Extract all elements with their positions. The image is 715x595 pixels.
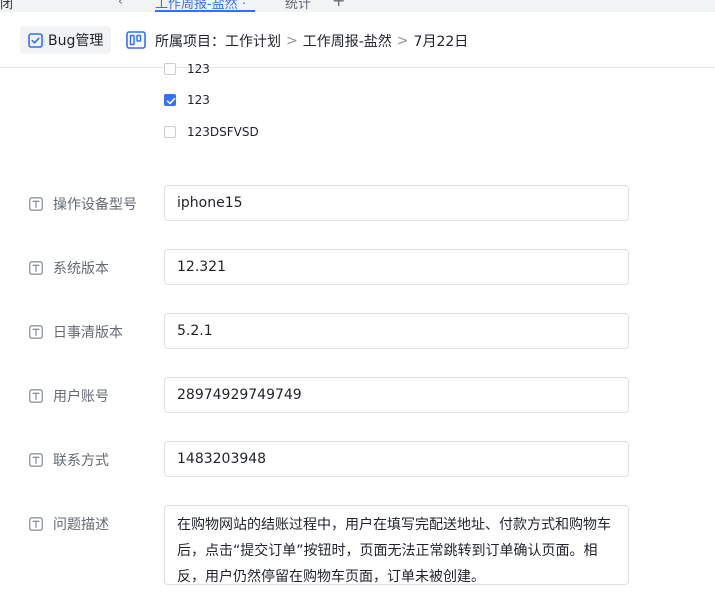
background-tab-stat[interactable]: 统计 xyxy=(285,0,311,12)
text-field-icon xyxy=(29,197,43,211)
chevron-left-icon[interactable]: ‹ xyxy=(118,0,123,8)
field-label-device-model: 操作设备型号 xyxy=(29,194,137,214)
checkbox-unchecked[interactable] xyxy=(164,126,176,138)
text-field-icon xyxy=(29,261,43,275)
app-version-input[interactable]: 5.2.1 xyxy=(164,313,629,349)
field-label-text: 联系方式 xyxy=(53,453,109,469)
text-field-icon xyxy=(29,517,43,531)
field-label-text: 用户账号 xyxy=(53,389,109,405)
os-version-input[interactable]: 12.321 xyxy=(164,249,629,285)
text-field-icon xyxy=(29,453,43,467)
text-field-icon xyxy=(29,325,43,339)
background-window-strip: 闭 ‹ 工作周报-盐然 · 统计 + xyxy=(0,0,715,12)
user-account-input[interactable]: 28974929749749 xyxy=(164,377,629,413)
field-label-contact: 联系方式 xyxy=(29,450,109,470)
field-label-app-version: 日事清版本 xyxy=(29,322,123,342)
field-label-text: 系统版本 xyxy=(53,261,109,277)
field-label-user-account: 用户账号 xyxy=(29,386,109,406)
field-label-text: 问题描述 xyxy=(53,517,109,533)
check-icon xyxy=(166,97,176,105)
contact-input[interactable]: 1483203948 xyxy=(164,441,629,477)
header-overlay xyxy=(0,12,715,68)
field-label-text: 操作设备型号 xyxy=(53,197,137,213)
field-label-text: 日事清版本 xyxy=(53,325,123,341)
checkbox-option[interactable]: 123 xyxy=(164,93,210,107)
checkbox-checked[interactable] xyxy=(164,94,176,106)
checkbox-label: 123DSFVSD xyxy=(187,125,259,139)
checkbox-option[interactable]: 123DSFVSD xyxy=(164,125,259,139)
field-label-os-version: 系统版本 xyxy=(29,258,109,278)
checkbox-label: 123 xyxy=(187,93,210,107)
problem-description-textarea[interactable]: 在购物网站的结账过程中，用户在填写完配送地址、付款方式和购物车后，点击“提交订单… xyxy=(164,505,629,585)
text-field-icon xyxy=(29,389,43,403)
device-model-input[interactable]: iphone15 xyxy=(164,185,629,221)
plus-icon[interactable]: + xyxy=(332,0,345,10)
background-text: 闭 xyxy=(0,0,14,12)
field-label-problem-description: 问题描述 xyxy=(29,514,109,534)
